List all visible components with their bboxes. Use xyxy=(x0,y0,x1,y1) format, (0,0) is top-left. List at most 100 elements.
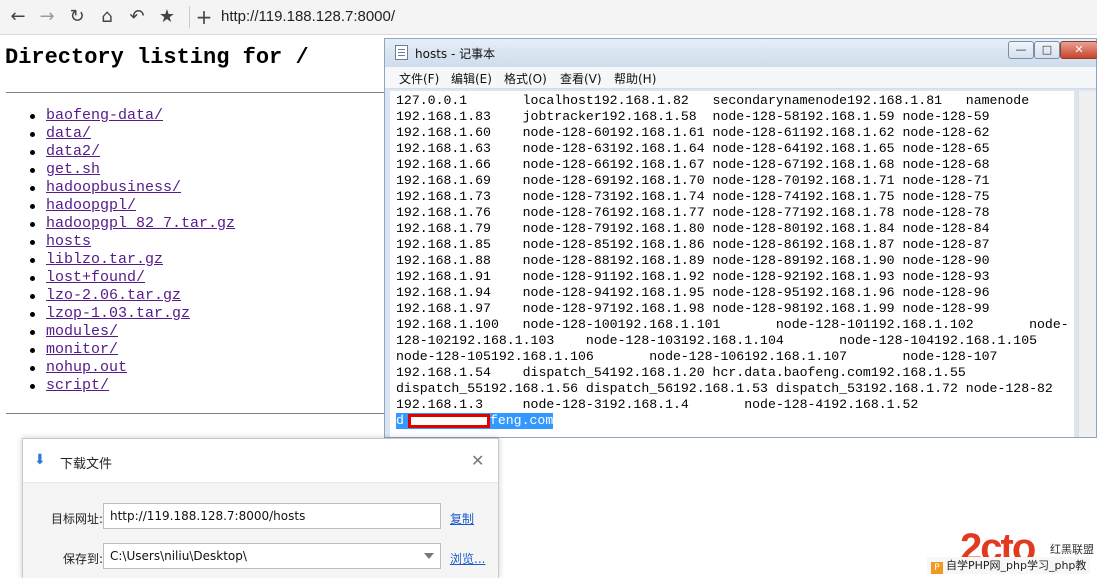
file-link[interactable]: lzo-2.06.tar.gz xyxy=(46,287,181,304)
forward-icon[interactable]: → xyxy=(35,5,59,29)
file-link[interactable]: data/ xyxy=(46,125,91,142)
redaction-box xyxy=(408,414,490,428)
watermark-bar-text: 自学PHP网_php学习_php教 xyxy=(946,559,1087,572)
text-line: 192.168.1.85 node-128-85192.168.1.86 nod… xyxy=(396,237,990,252)
undo-icon[interactable]: ↶ xyxy=(125,5,149,29)
selection-prefix: d xyxy=(396,413,404,428)
list-item: lzo-2.06.tar.gz xyxy=(25,287,235,305)
menu-view[interactable]: 查看(V) xyxy=(560,70,602,87)
download-icon: ⬇ xyxy=(34,452,46,468)
text-line: node-128-105192.168.1.106 node-128-10619… xyxy=(396,349,998,364)
file-link[interactable]: liblzo.tar.gz xyxy=(46,251,163,268)
save-to-select[interactable]: C:\Users\niliu\Desktop\ xyxy=(103,543,441,569)
text-line: 192.168.1.66 node-128-66192.168.1.67 nod… xyxy=(396,157,990,172)
list-item: baofeng-data/ xyxy=(25,107,235,125)
file-link[interactable]: lost+found/ xyxy=(46,269,145,286)
browse-link[interactable]: 浏览... xyxy=(450,550,485,567)
menu-file[interactable]: 文件(F) xyxy=(399,70,439,87)
notepad-content: 127.0.0.1 localhost192.168.1.82 secondar… xyxy=(390,91,1074,429)
list-item: data/ xyxy=(25,125,235,143)
list-item: hadoopgpl_82_7.tar.gz xyxy=(25,215,235,233)
star-icon[interactable]: ★ xyxy=(155,5,179,29)
file-link[interactable]: baofeng-data/ xyxy=(46,107,163,124)
new-tab-plus-icon[interactable]: + xyxy=(192,5,216,29)
notepad-menubar: 文件(F) 编辑(E) 格式(O) 查看(V) 帮助(H) xyxy=(385,67,1096,89)
back-icon[interactable]: ← xyxy=(6,5,30,29)
text-line: 192.168.1.3 node-128-3192.168.1.4 node-1… xyxy=(396,397,919,412)
notepad-app-icon xyxy=(395,45,408,60)
file-link[interactable]: hosts xyxy=(46,233,91,250)
text-line: 192.168.1.83 jobtracker192.168.1.58 node… xyxy=(396,109,990,124)
list-item: modules/ xyxy=(25,323,235,341)
file-link[interactable]: script/ xyxy=(46,377,109,394)
text-line: 192.168.1.69 node-128-69192.168.1.70 nod… xyxy=(396,173,990,188)
home-icon[interactable]: ⌂ xyxy=(95,5,119,29)
notepad-scrollbar[interactable] xyxy=(1078,91,1096,437)
download-dialog: ⬇ 下载文件 ✕ 目标网址: http://119.188.128.7:8000… xyxy=(22,438,499,578)
address-separator xyxy=(189,6,190,28)
list-item: hosts xyxy=(25,233,235,251)
text-line: 192.168.1.94 node-128-94192.168.1.95 nod… xyxy=(396,285,990,300)
menu-edit[interactable]: 编辑(E) xyxy=(451,70,492,87)
text-line: 192.168.1.100 node-128-100192.168.1.101 … xyxy=(396,317,1069,332)
list-item: hadoopbusiness/ xyxy=(25,179,235,197)
directory-list: baofeng-data/data/data2/get.sh hadoopbusi… xyxy=(25,107,235,395)
target-url-label: 目标网址: xyxy=(50,512,103,526)
list-item: lzop-1.03.tar.gz xyxy=(25,305,235,323)
file-link[interactable]: lzop-1.03.tar.gz xyxy=(46,305,190,322)
file-link[interactable]: hadoopgpl/ xyxy=(46,197,136,214)
address-bar[interactable]: http://119.188.128.7:8000/ xyxy=(221,8,395,25)
text-line: 192.168.1.97 node-128-97192.168.1.98 nod… xyxy=(396,301,990,316)
list-item: get.sh xyxy=(25,161,235,179)
file-link[interactable]: monitor/ xyxy=(46,341,118,358)
list-item: liblzo.tar.gz xyxy=(25,251,235,269)
list-item: hadoopgpl/ xyxy=(25,197,235,215)
text-line: 192.168.1.63 node-128-63192.168.1.64 nod… xyxy=(396,141,990,156)
text-line: 192.168.1.91 node-128-91192.168.1.92 nod… xyxy=(396,269,990,284)
list-item: data2/ xyxy=(25,143,235,161)
list-item: monitor/ xyxy=(25,341,235,359)
text-line: 192.168.1.60 node-128-60192.168.1.61 nod… xyxy=(396,125,990,140)
menu-format[interactable]: 格式(O) xyxy=(504,70,547,87)
text-line: 127.0.0.1 localhost192.168.1.82 secondar… xyxy=(396,93,1030,108)
list-item: lost+found/ xyxy=(25,269,235,287)
file-link[interactable]: data2/ xyxy=(46,143,100,160)
text-line: dispatch_55192.168.1.56 dispatch_56192.1… xyxy=(396,381,1053,396)
notepad-window: hosts - 记事本 — □ ✕ 文件(F) 编辑(E) 格式(O) 查看(V… xyxy=(384,38,1097,438)
close-icon[interactable]: ✕ xyxy=(1060,41,1097,59)
file-link[interactable]: modules/ xyxy=(46,323,118,340)
text-line: 192.168.1.73 node-128-73192.168.1.74 nod… xyxy=(396,189,990,204)
text-line: 128-102192.168.1.103 node-128-103192.168… xyxy=(396,333,1038,348)
bottom-divider xyxy=(6,413,396,414)
dialog-title: 下载文件 xyxy=(60,457,113,472)
list-item: nohup.out xyxy=(25,359,235,377)
save-to-value: C:\Users\niliu\Desktop\ xyxy=(110,549,247,563)
menu-help[interactable]: 帮助(H) xyxy=(614,70,656,87)
list-item: script/ xyxy=(25,377,235,395)
minimize-icon[interactable]: — xyxy=(1008,41,1034,59)
top-divider xyxy=(6,92,396,93)
text-line: 192.168.1.76 node-128-76192.168.1.77 nod… xyxy=(396,205,990,220)
notepad-title: hosts - 记事本 xyxy=(415,47,496,61)
php-logo-icon: P xyxy=(931,562,943,574)
dialog-close-icon[interactable]: ✕ xyxy=(471,451,484,470)
text-line: 192.168.1.54 dispatch_54192.168.1.20 hcr… xyxy=(396,365,966,380)
watermark-bar: P 自学PHP网_php学习_php教 xyxy=(927,557,1091,574)
notepad-titlebar[interactable]: hosts - 记事本 — □ ✕ xyxy=(385,39,1097,67)
chevron-down-icon xyxy=(424,553,434,559)
save-to-label: 保存到: xyxy=(62,552,103,566)
notepad-text-area[interactable]: 127.0.0.1 localhost192.168.1.82 secondar… xyxy=(390,91,1074,437)
file-link[interactable]: hadoopbusiness/ xyxy=(46,179,181,196)
target-url-field[interactable]: http://119.188.128.7:8000/hosts xyxy=(103,503,441,529)
file-link[interactable]: hadoopgpl_82_7.tar.gz xyxy=(46,215,235,232)
refresh-icon[interactable]: ↻ xyxy=(65,5,89,29)
file-link[interactable]: nohup.out xyxy=(46,359,127,376)
maximize-icon[interactable]: □ xyxy=(1034,41,1060,59)
page-title: Directory listing for / xyxy=(5,45,309,70)
text-line: 192.168.1.79 node-128-79192.168.1.80 nod… xyxy=(396,221,990,236)
file-link[interactable]: get.sh xyxy=(46,161,100,178)
selected-text-line: d feng.com xyxy=(396,413,1074,429)
selection-suffix: feng.com xyxy=(489,413,554,428)
copy-link[interactable]: 复制 xyxy=(450,510,474,527)
dialog-header: ⬇ 下载文件 ✕ xyxy=(23,439,498,483)
